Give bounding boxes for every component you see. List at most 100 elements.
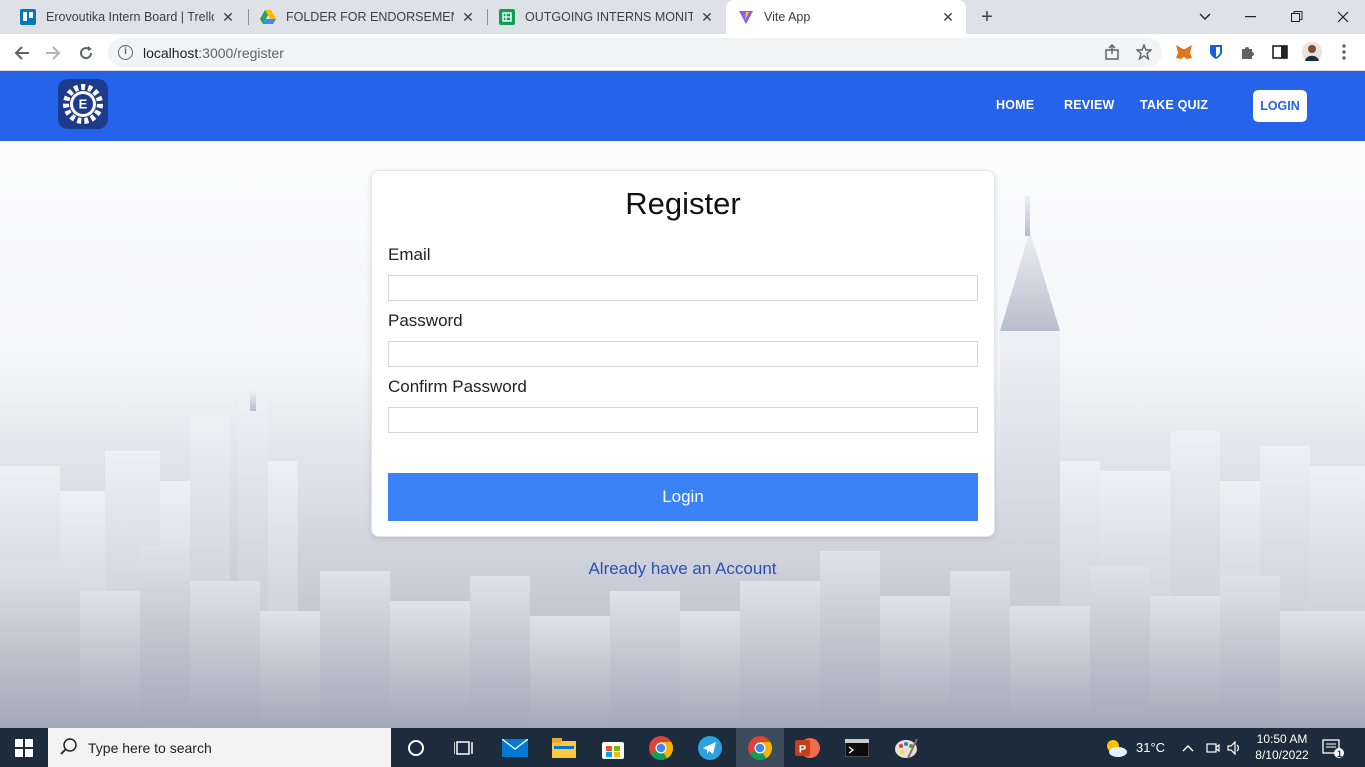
url-path: :3000/register — [198, 45, 284, 61]
nav-take-quiz-link[interactable]: TAKE QUIZ — [1140, 98, 1208, 112]
task-view-button[interactable] — [440, 728, 488, 767]
tab-sheets[interactable]: OUTGOING INTERNS MONITORIN ✕ — [487, 0, 725, 34]
restore-button[interactable] — [1274, 0, 1320, 34]
terminal-icon — [845, 738, 869, 757]
url-text: localhost:3000/register — [143, 45, 284, 61]
form-title: Register — [625, 186, 741, 221]
cortana-circle-icon — [408, 739, 424, 756]
chrome-icon — [649, 735, 673, 760]
new-tab-button[interactable]: + — [976, 6, 998, 28]
task-view-icon — [454, 740, 473, 755]
password-field[interactable] — [388, 341, 978, 367]
site-info-icon[interactable]: i — [118, 45, 133, 60]
nav-review-link[interactable]: REVIEW — [1064, 98, 1115, 112]
paint-app[interactable] — [882, 728, 930, 767]
reload-button[interactable] — [73, 40, 99, 66]
chrome-icon — [748, 735, 772, 760]
mail-app[interactable] — [491, 728, 539, 767]
search-placeholder: Type here to search — [88, 740, 212, 756]
share-icon[interactable] — [1102, 42, 1122, 62]
forward-button[interactable] — [40, 40, 66, 66]
email-label: Email — [388, 245, 431, 264]
google-drive-icon — [260, 9, 276, 25]
svg-text:P: P — [799, 743, 806, 755]
search-icon — [60, 738, 77, 755]
confirm-password-field[interactable] — [388, 407, 978, 433]
metamask-icon[interactable] — [1174, 42, 1194, 62]
tab-vite-app[interactable]: Vite App ✕ — [726, 0, 966, 34]
volume-button[interactable] — [1227, 728, 1243, 767]
arrow-right-icon — [46, 46, 61, 60]
telegram-app[interactable] — [686, 728, 734, 767]
taskbar-clock[interactable]: 10:50 AM 8/10/2022 — [1250, 731, 1314, 763]
close-tab-icon[interactable]: ✕ — [940, 9, 956, 25]
notification-count: 1 — [1337, 749, 1343, 759]
powerpoint-app[interactable]: P — [784, 728, 832, 767]
mail-icon — [502, 738, 528, 757]
taskbar-search-box[interactable]: Type here to search — [48, 728, 391, 767]
chevron-down-icon — [1199, 13, 1211, 20]
speaker-icon — [1227, 740, 1239, 755]
google-sheets-icon — [499, 9, 515, 25]
submit-button[interactable]: Login — [388, 473, 978, 521]
site-navbar: E HOME REVIEW TAKE QUIZ LOGIN — [0, 71, 1365, 141]
tab-trello[interactable]: Erovoutika Intern Board | Trello ✕ — [8, 0, 246, 34]
partly-cloudy-icon — [1107, 739, 1127, 757]
bitwarden-icon[interactable] — [1206, 42, 1226, 62]
show-hidden-icons-button[interactable] — [1182, 728, 1194, 767]
svg-text:E: E — [79, 97, 88, 112]
temperature-text: 31°C — [1136, 740, 1166, 755]
address-bar[interactable]: i localhost:3000/register — [108, 38, 1162, 67]
chrome-menu-icon[interactable] — [1334, 42, 1354, 62]
chrome-app-active[interactable] — [736, 728, 784, 767]
folder-icon — [552, 737, 576, 758]
file-explorer-app[interactable] — [540, 728, 588, 767]
tab-title: OUTGOING INTERNS MONITORIN — [525, 10, 693, 24]
chrome-app[interactable] — [637, 728, 685, 767]
telegram-icon — [698, 735, 722, 760]
vite-icon — [738, 9, 754, 25]
nav-home-link[interactable]: HOME — [996, 98, 1034, 112]
trello-icon — [20, 9, 36, 25]
already-have-account-link-wrap: Already have an Account — [0, 559, 1365, 579]
tab-title: Erovoutika Intern Board | Trello — [46, 10, 214, 24]
side-panel-icon[interactable] — [1270, 42, 1290, 62]
url-host: localhost — [143, 45, 199, 61]
close-tab-icon[interactable]: ✕ — [220, 9, 236, 25]
profile-avatar[interactable] — [1302, 42, 1322, 62]
microsoft-store-app[interactable] — [589, 728, 637, 767]
tab-strip: Erovoutika Intern Board | Trello ✕ FOLDE… — [0, 0, 1365, 34]
site-logo[interactable]: E — [58, 79, 108, 129]
close-tab-icon[interactable]: ✕ — [460, 9, 476, 25]
powerpoint-icon: P — [795, 737, 820, 758]
camera-icon — [1206, 742, 1220, 753]
paint-palette-icon — [895, 738, 918, 758]
page-viewport: E HOME REVIEW TAKE QUIZ LOGIN Register E… — [0, 71, 1365, 728]
browser-toolbar: i localhost:3000/register — [0, 34, 1365, 71]
clock-date: 8/10/2022 — [1255, 748, 1309, 762]
confirm-password-label: Confirm Password — [388, 377, 527, 396]
close-window-button[interactable] — [1320, 0, 1365, 34]
close-tab-icon[interactable]: ✕ — [699, 9, 715, 25]
bookmark-star-icon[interactable] — [1134, 42, 1154, 62]
windows-logo-icon — [15, 738, 33, 757]
nav-login-button[interactable]: LOGIN — [1253, 90, 1307, 122]
password-label: Password — [388, 311, 463, 330]
already-have-account-link[interactable]: Already have an Account — [588, 559, 776, 578]
email-field[interactable] — [388, 275, 978, 301]
register-card: Register Email Password Confirm Password… — [371, 170, 995, 537]
extensions-puzzle-icon[interactable] — [1238, 42, 1258, 62]
meet-now-button[interactable] — [1206, 728, 1220, 767]
cortana-button[interactable] — [392, 728, 440, 767]
start-button[interactable] — [0, 728, 48, 767]
tab-drive[interactable]: FOLDER FOR ENDORSEMENT BA ✕ — [248, 0, 486, 34]
tab-title: Vite App — [764, 10, 811, 24]
weather-widget[interactable]: 31°C — [1104, 728, 1165, 767]
store-icon — [602, 741, 624, 759]
windows-taskbar: Type here to search P 31°C 10:50 AM 8/10… — [0, 728, 1365, 767]
minimize-button[interactable] — [1228, 0, 1274, 34]
notifications-button[interactable]: 1 — [1322, 728, 1344, 767]
tab-search-button[interactable] — [1182, 0, 1228, 34]
back-button[interactable] — [9, 40, 35, 66]
terminal-app[interactable] — [833, 728, 881, 767]
